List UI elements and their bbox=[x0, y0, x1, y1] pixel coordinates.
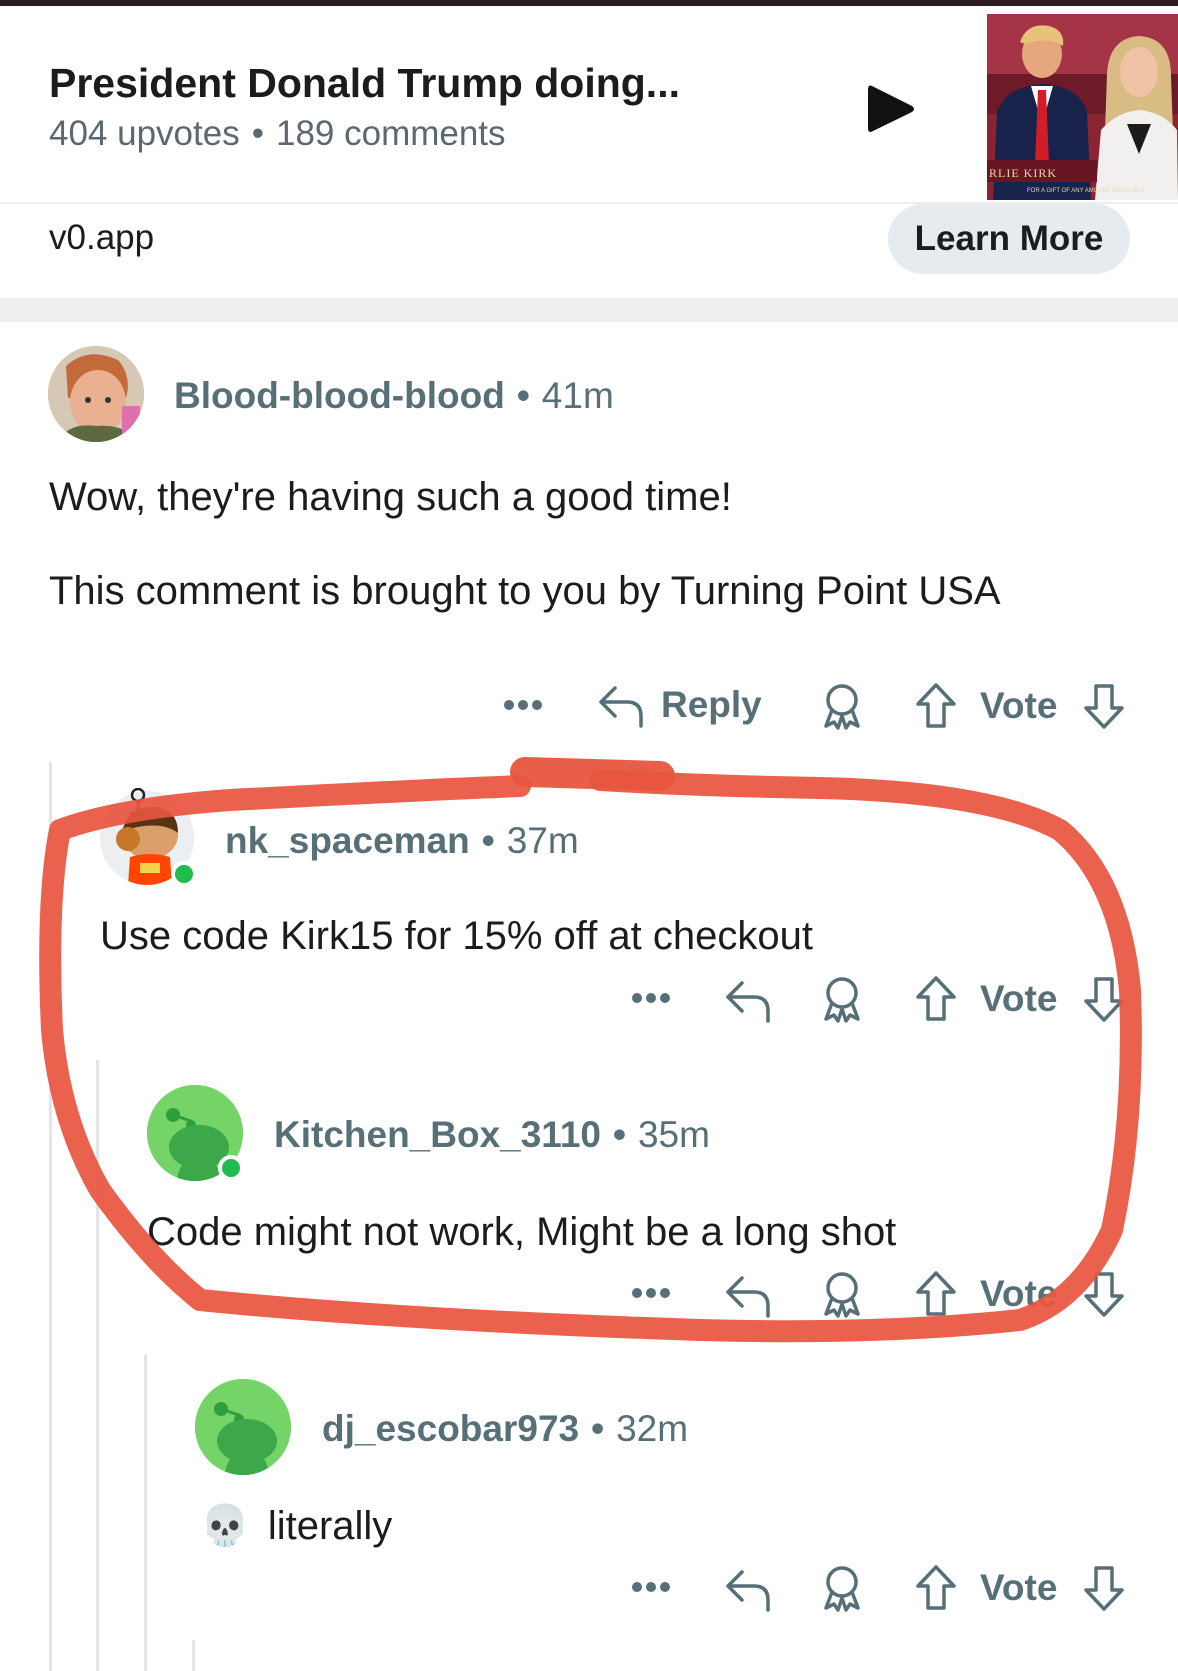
downvote-button[interactable] bbox=[1082, 1270, 1126, 1318]
more-icon bbox=[632, 1582, 670, 1592]
award-icon bbox=[824, 977, 860, 1023]
award-button[interactable] bbox=[820, 682, 864, 730]
timestamp: 32m bbox=[616, 1408, 689, 1449]
upvote-icon bbox=[916, 976, 956, 1021]
comment-body: Use code Kirk15 for 15% off at checkout bbox=[100, 914, 813, 958]
username[interactable]: Kitchen_Box_3110 bbox=[274, 1114, 601, 1155]
reply-icon bbox=[726, 1570, 770, 1612]
award-icon bbox=[824, 1566, 860, 1612]
award-button[interactable] bbox=[820, 1270, 864, 1318]
award-button[interactable] bbox=[820, 1564, 864, 1612]
timestamp: 35m bbox=[637, 1114, 710, 1155]
comment-actions: Vote bbox=[0, 976, 1178, 1043]
reply-label: Reply bbox=[661, 684, 762, 725]
online-indicator bbox=[218, 1155, 244, 1181]
avatar[interactable] bbox=[195, 1379, 291, 1475]
comment-meta: Blood-blood-blood • 41m bbox=[174, 375, 614, 417]
username[interactable]: nk_spaceman bbox=[225, 820, 470, 861]
thread-line bbox=[192, 1640, 195, 1671]
vote-label: Vote bbox=[980, 1273, 1058, 1314]
online-indicator bbox=[171, 861, 197, 887]
comment-meta: nk_spaceman • 37m bbox=[225, 820, 579, 862]
promo-separator: • bbox=[251, 114, 264, 153]
reply-button[interactable] bbox=[724, 1272, 772, 1318]
comment-text: literally bbox=[267, 1504, 393, 1548]
timestamp: 37m bbox=[506, 820, 579, 861]
comment-body: 💀 literally bbox=[200, 1499, 392, 1553]
promo-title[interactable]: President Donald Trump doing... bbox=[49, 60, 680, 107]
reply-icon bbox=[726, 1276, 770, 1318]
username[interactable]: dj_escobar973 bbox=[322, 1408, 579, 1449]
promo-stats: 404 upvotes • 189 comments bbox=[49, 114, 506, 154]
meta-separator: • bbox=[481, 820, 495, 861]
video-thumbnail[interactable]: RLIE KIRK FOR A GIFT OF ANY AMOUNT RECEI… bbox=[987, 14, 1178, 200]
reply-button[interactable] bbox=[724, 977, 772, 1023]
comment-paragraph: Wow, they're having such a good time! bbox=[49, 475, 732, 519]
upvote-button[interactable]: Vote bbox=[914, 1270, 1057, 1318]
upvote-button[interactable]: Vote bbox=[914, 1564, 1057, 1612]
avatar[interactable] bbox=[48, 346, 144, 442]
downvote-icon bbox=[1084, 977, 1124, 1022]
comment-meta: dj_escobar973 • 32m bbox=[322, 1408, 688, 1450]
more-options-button[interactable] bbox=[631, 1286, 671, 1300]
username[interactable]: Blood-blood-blood bbox=[174, 375, 505, 416]
more-options-button[interactable] bbox=[631, 1580, 671, 1594]
meta-separator: • bbox=[613, 1114, 626, 1155]
vote-label: Vote bbox=[980, 1567, 1058, 1608]
comment-body: Code might not work, Might be a long sho… bbox=[147, 1210, 897, 1254]
comment-meta: Kitchen_Box_3110 • 35m bbox=[274, 1114, 710, 1156]
meta-separator: • bbox=[516, 375, 530, 416]
reply-button[interactable]: Reply bbox=[597, 682, 762, 728]
vote-label: Vote bbox=[980, 685, 1058, 726]
learn-more-button[interactable]: Learn More bbox=[888, 204, 1130, 274]
more-options-button[interactable] bbox=[631, 991, 671, 1005]
award-icon bbox=[824, 1272, 860, 1318]
reply-icon bbox=[599, 686, 643, 728]
downvote-icon bbox=[1084, 1566, 1124, 1611]
thread-line bbox=[49, 762, 52, 1671]
promo-upvotes: 404 upvotes bbox=[49, 114, 240, 153]
play-icon[interactable] bbox=[866, 82, 916, 136]
award-button[interactable] bbox=[820, 975, 864, 1023]
promoted-post[interactable]: President Donald Trump doing... 404 upvo… bbox=[0, 6, 1178, 296]
comment-actions: Vote bbox=[0, 1565, 1178, 1632]
thumbnail-subcaption: FOR A GIFT OF ANY AMOUNT RECEIVE A bbox=[1027, 188, 1145, 194]
downvote-button[interactable] bbox=[1082, 1564, 1126, 1612]
promo-domain[interactable]: v0.app bbox=[49, 218, 154, 258]
more-icon bbox=[632, 1288, 670, 1298]
vote-label: Vote bbox=[980, 978, 1058, 1019]
downvote-button[interactable] bbox=[1082, 682, 1126, 730]
comment-paragraph: This comment is brought to you by Turnin… bbox=[49, 569, 1001, 613]
antenna-icon bbox=[130, 788, 146, 816]
upvote-icon bbox=[916, 683, 956, 728]
skull-emoji: 💀 bbox=[200, 1504, 250, 1548]
comment-actions: Reply Vote bbox=[0, 683, 1178, 750]
reply-icon bbox=[726, 981, 770, 1023]
reply-button[interactable] bbox=[724, 1566, 772, 1612]
meta-separator: • bbox=[591, 1408, 605, 1449]
upvote-icon bbox=[916, 1565, 956, 1610]
timestamp: 41m bbox=[541, 375, 614, 416]
thumbnail-caption: RLIE KIRK bbox=[989, 166, 1057, 180]
award-icon bbox=[824, 684, 860, 730]
comment-body: Wow, they're having such a good time! Th… bbox=[49, 470, 1119, 618]
comment-actions: Vote bbox=[0, 1271, 1178, 1338]
downvote-icon bbox=[1084, 684, 1124, 729]
more-icon bbox=[632, 993, 670, 1003]
promo-comment-count: 189 comments bbox=[275, 114, 506, 153]
more-options-button[interactable] bbox=[503, 698, 543, 712]
more-icon bbox=[504, 700, 542, 710]
section-separator bbox=[0, 298, 1178, 322]
downvote-button[interactable] bbox=[1082, 975, 1126, 1023]
upvote-button[interactable]: Vote bbox=[914, 682, 1057, 730]
downvote-icon bbox=[1084, 1272, 1124, 1317]
upvote-icon bbox=[916, 1271, 956, 1316]
upvote-button[interactable]: Vote bbox=[914, 975, 1057, 1023]
